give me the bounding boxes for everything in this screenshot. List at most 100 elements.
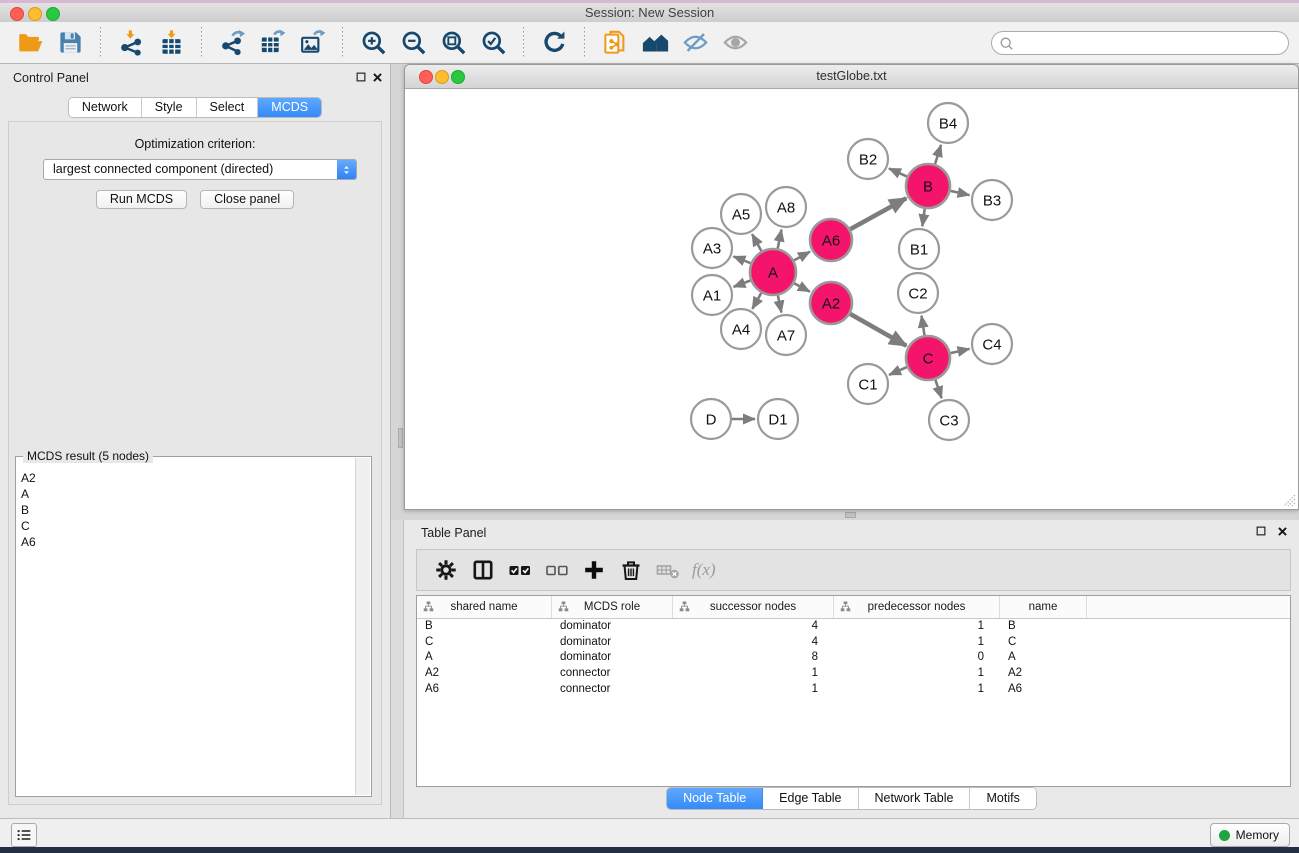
edge-B-B1[interactable] [922,209,924,226]
desktop-vertical-scrollbar[interactable] [398,428,403,448]
edge-A-A5[interactable] [752,234,761,251]
table-cell[interactable]: C [417,635,552,651]
table-cell[interactable]: A2 [417,666,552,682]
settings-icon[interactable] [433,557,459,583]
import-network-icon[interactable] [116,28,146,58]
edge-A-A1[interactable] [734,281,751,287]
tab-style[interactable]: Style [142,98,197,117]
resize-grip-icon[interactable] [1283,494,1296,507]
table-cell[interactable]: A [417,650,552,666]
node-B4[interactable]: B4 [928,103,968,143]
table-cell[interactable]: A2 [1000,666,1087,682]
node-B2[interactable]: B2 [848,139,888,179]
hide-eye-icon[interactable] [680,28,710,58]
export-image-icon[interactable] [297,28,327,58]
table-cell[interactable]: 1 [673,682,834,698]
refresh-icon[interactable] [539,28,569,58]
table-cell[interactable]: A6 [417,682,552,698]
node-A3[interactable]: A3 [692,228,732,268]
zoom-fit-icon[interactable] [438,28,468,58]
edge-C-C3[interactable] [935,380,941,398]
table-cell[interactable]: 0 [834,650,1000,666]
node-B3[interactable]: B3 [972,180,1012,220]
table-cell[interactable]: 4 [673,619,834,635]
table-cell[interactable]: 1 [834,666,1000,682]
search-field[interactable] [991,31,1289,55]
table-cell[interactable]: A6 [1000,682,1087,698]
node-A8[interactable]: A8 [766,187,806,227]
close-table-panel-icon[interactable] [1274,523,1290,539]
edge-A-A4[interactable] [752,293,761,309]
edge-A-A3[interactable] [733,256,750,263]
mcds-result-item[interactable]: A6 [19,534,353,550]
export-table-icon[interactable] [257,28,287,58]
edge-B-B3[interactable] [951,191,970,195]
add-column-icon[interactable] [581,557,607,583]
tab-network[interactable]: Network [69,98,142,117]
tab-network-table[interactable]: Network Table [859,788,971,809]
export-network-icon[interactable] [217,28,247,58]
table-cell[interactable]: 1 [834,619,1000,635]
table-cell[interactable]: 1 [673,666,834,682]
node-C4[interactable]: C4 [972,324,1012,364]
table-row[interactable]: Adominator80A [417,650,1290,666]
node-C2[interactable]: C2 [898,273,938,313]
zoom-selected-icon[interactable] [478,28,508,58]
node-C3[interactable]: C3 [929,400,969,440]
table-cell[interactable]: 4 [673,635,834,651]
table-cell[interactable]: dominator [552,619,673,635]
import-table-icon[interactable] [156,28,186,58]
table-row[interactable]: Bdominator41B [417,619,1290,635]
split-columns-icon[interactable] [470,557,496,583]
mcds-result-item[interactable]: A2 [19,470,353,486]
task-history-button[interactable] [11,823,37,847]
node-C1[interactable]: C1 [848,364,888,404]
edge-A-A8[interactable] [778,230,782,249]
node-A1[interactable]: A1 [692,275,732,315]
edge-A2-C[interactable] [850,314,906,346]
tab-motifs[interactable]: Motifs [970,788,1035,809]
table-row[interactable]: A2connector11A2 [417,666,1290,682]
node-A4[interactable]: A4 [721,309,761,349]
table-cell[interactable]: C [1000,635,1087,651]
column-header-name[interactable]: name [1000,596,1087,618]
node-B[interactable]: B [906,164,950,208]
float-panel-icon[interactable] [353,69,369,85]
node-A6[interactable]: A6 [810,219,852,261]
column-header-shared-name[interactable]: shared name [417,596,552,618]
node-A[interactable]: A [750,249,796,295]
table-cell[interactable]: B [417,619,552,635]
select-all-icon[interactable] [507,557,533,583]
table-cell[interactable]: connector [552,666,673,682]
mcds-result-item[interactable]: C [19,518,353,534]
node-D[interactable]: D [691,399,731,439]
table-cell[interactable]: B [1000,619,1087,635]
close-panel-button[interactable]: Close panel [200,190,294,209]
column-header-MCDS-role[interactable]: MCDS role [552,596,673,618]
table-cell[interactable]: A [1000,650,1087,666]
table-cell[interactable]: 8 [673,650,834,666]
tab-select[interactable]: Select [197,98,259,117]
open-session-icon[interactable] [15,28,45,58]
search-input[interactable] [1018,33,1282,53]
edge-B-B2[interactable] [889,168,907,176]
edge-A-A7[interactable] [778,296,782,313]
tab-mcds[interactable]: MCDS [258,98,321,117]
table-cell[interactable]: 1 [834,682,1000,698]
edge-C-C1[interactable] [889,367,907,375]
edge-C-C4[interactable] [951,349,970,353]
table-cell[interactable]: 1 [834,635,1000,651]
column-header-predecessor-nodes[interactable]: predecessor nodes [834,596,1000,618]
node-A5[interactable]: A5 [721,194,761,234]
network-window-titlebar[interactable]: testGlobe.txt [405,65,1298,89]
table-cell[interactable]: connector [552,682,673,698]
table-cell[interactable]: dominator [552,635,673,651]
network-canvas[interactable]: AA1A2A3A4A5A6A7A8BB1B2B3B4CC1C2C3C4DD1 [405,89,1298,509]
column-header-successor-nodes[interactable]: successor nodes [673,596,834,618]
desktop-horizontal-scrollbar[interactable] [845,512,856,518]
edge-A-A6[interactable] [794,252,810,261]
node-D1[interactable]: D1 [758,399,798,439]
save-session-icon[interactable] [55,28,85,58]
close-panel-icon[interactable] [369,69,385,85]
tab-edge-table[interactable]: Edge Table [763,788,858,809]
